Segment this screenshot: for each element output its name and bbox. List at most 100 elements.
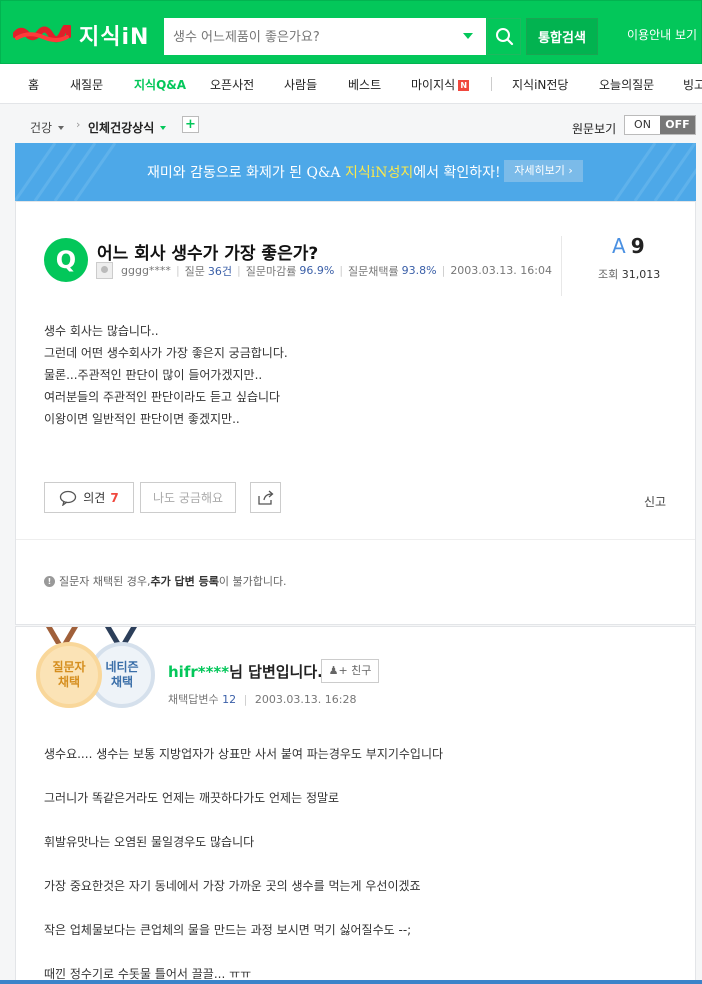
answer-title-suffix: 님 답변입니다. <box>229 663 323 681</box>
toggle-off[interactable]: OFF <box>660 116 695 134</box>
notice-text-strong: 추가 답변 등록 <box>150 575 219 588</box>
answer-date: 2003.03.13. 16:28 <box>254 693 357 706</box>
nav-new-question[interactable]: 새질문 <box>70 76 103 93</box>
answer-paragraph: 휘발유맛나는 오염된 물일경우도 많습니다 <box>44 835 255 849</box>
stats-divider <box>561 236 562 296</box>
questioner-medal-line2: 채택 <box>57 675 81 689</box>
nav-my-knowledge-label: 마이지식 <box>411 78 456 92</box>
breadcrumb-subcategory[interactable]: 인체건강상식 <box>88 119 167 136</box>
search-input[interactable] <box>173 25 453 49</box>
opinion-count: 7 <box>110 490 119 505</box>
ribbon-icon <box>46 627 78 644</box>
report-link[interactable]: 신고 <box>644 493 666 510</box>
banner-text-before: 재미와 감동으로 화제가 된 Q&A <box>147 165 345 181</box>
answer-body: 생수요.... 생수는 보통 지방업자가 상표만 사서 붙여 파는경우도 부지기… <box>44 745 443 984</box>
original-view-toggle[interactable]: ON OFF <box>624 115 696 135</box>
top-header: 지식iN 통합검색 이용안내 보기 <box>0 0 702 64</box>
opinion-button[interactable]: 의견 7 <box>44 482 134 513</box>
usage-guide-link[interactable]: 이용안내 보기 <box>627 26 697 43</box>
nav-today-question[interactable]: 오늘의질문 <box>599 76 654 93</box>
add-friend-icon: ♟+ <box>328 664 348 677</box>
notice-text-after: 이 불가합니다. <box>218 575 287 588</box>
window-bottom-edge <box>0 980 702 984</box>
answer-count: A9 <box>612 234 645 258</box>
breadcrumb-subcategory-label: 인체건강상식 <box>88 121 155 135</box>
breadcrumb-category-label: 건강 <box>30 121 53 135</box>
questioner-medal-line1: 질문자 <box>52 660 86 674</box>
promo-banner[interactable]: 재미와 감동으로 화제가 된 Q&A 지식iN성지에서 확인하자! 자세히보기 … <box>15 143 696 201</box>
divider <box>16 539 695 540</box>
original-view-label: 원문보기 <box>572 122 617 136</box>
banner-text: 재미와 감동으로 화제가 된 Q&A 지식iN성지에서 확인하자! <box>147 162 501 182</box>
search-dropdown-icon[interactable] <box>463 33 473 39</box>
answer-paragraph: 작은 업체물보다는 큰업체의 물을 만드는 과정 보시면 먹기 싫어질수도 --… <box>44 923 412 937</box>
breadcrumb-category[interactable]: 건강 <box>30 119 65 136</box>
meta-divider: | <box>175 264 180 277</box>
main-nav: 홈 새질문 지식Q&A 오픈사전 사람들 베스트 마이지식 N 지식iN전당 오늘… <box>0 64 702 104</box>
new-badge-icon: N <box>458 80 470 91</box>
answer-paragraph: 생수요.... 생수는 보통 지방업자가 상표만 사서 붙여 파는경우도 부지기… <box>44 747 444 761</box>
add-category-button[interactable]: + <box>182 116 199 133</box>
question-title: 어느 회사 생수가 가장 좋은가? <box>97 244 319 264</box>
nav-my-knowledge[interactable]: 마이지식 N <box>411 76 470 93</box>
search-icon <box>496 28 514 46</box>
banner-highlight: 지식iN성지 <box>344 165 414 181</box>
search-box[interactable] <box>164 18 486 55</box>
avatar[interactable] <box>96 262 113 279</box>
question-meta: gggg**** | 질문 36건 | 질문마감률 96.9% | 질문채택률 93.… <box>96 262 552 279</box>
answer-meta: 채택답변수 12 | 2003.03.13. 16:28 <box>168 691 357 707</box>
question-author[interactable]: gggg**** <box>121 264 171 277</box>
adopted-answers-count: 12 <box>222 693 237 706</box>
question-count-label: 질문 <box>184 264 205 278</box>
me-too-curious-button[interactable]: 나도 궁금해요 <box>140 482 236 513</box>
answer-paragraph: 그러니가 똑같은거라도 언제는 깨끗하다가도 언제는 정말로 <box>44 791 340 805</box>
view-count-label: 조회 <box>598 268 619 281</box>
nav-home[interactable]: 홈 <box>28 76 39 93</box>
breadcrumb: 건강 › 인체건강상식 + 원문보기 ON OFF <box>0 105 702 143</box>
answerer-title: hifr****님 답변입니다. <box>168 661 323 682</box>
close-rate-label: 질문마감률 <box>245 264 297 278</box>
question-card: Q 어느 회사 생수가 가장 좋은가? gggg**** | 질문 36건 | 질… <box>15 201 696 625</box>
info-icon: ! <box>44 575 55 587</box>
netizen-medal-line1: 네티즌 <box>105 660 139 674</box>
toggle-on[interactable]: ON <box>625 116 660 134</box>
adopted-answers-label: 채택답변수 <box>168 693 219 706</box>
questioner-choice-medal-icon: 질문자 채택 <box>36 642 102 708</box>
integrated-search-button[interactable]: 통합검색 <box>526 18 598 55</box>
answer-letter-icon: A <box>612 234 626 258</box>
nav-hall-of-fame[interactable]: 지식iN전당 <box>512 76 568 93</box>
banner-detail-button[interactable]: 자세히보기 › <box>504 160 583 182</box>
meta-divider: | <box>243 693 248 706</box>
question-body: 생수 회사는 많습니다.. 그런데 어떤 생수회사가 가장 좋은지 궁금합니다.… <box>44 324 288 426</box>
questioner-medal-text: 질문자 채택 <box>52 660 85 690</box>
nav-qna[interactable]: 지식Q&A <box>134 76 186 93</box>
adopt-notice: ! 질문자 채택된 경우, 추가 답변 등록 이 불가합니다. <box>44 573 287 589</box>
add-friend-button[interactable]: ♟+ 친구 <box>321 659 379 683</box>
search-button[interactable] <box>487 18 521 55</box>
view-count-value: 31,013 <box>621 268 661 281</box>
chevron-right-icon: › <box>76 118 81 131</box>
chevron-down-icon <box>58 126 65 130</box>
nav-bingo[interactable]: 빙고 <box>683 76 702 93</box>
question-date: 2003.03.13. 16:04 <box>450 264 552 277</box>
question-count: 36건 <box>207 264 233 278</box>
share-button[interactable] <box>250 482 281 513</box>
netizen-medal-text: 네티즌 채택 <box>105 660 138 690</box>
share-icon <box>257 490 273 505</box>
opinion-label: 의견 <box>83 491 106 505</box>
answerer-name[interactable]: hifr**** <box>168 663 229 681</box>
speech-bubble-icon <box>60 490 77 506</box>
answer-paragraph: 가장 중요한것은 자기 동네에서 가장 가까운 곳의 생수를 먹는게 우선이겠죠 <box>44 879 421 893</box>
meta-divider: | <box>339 264 344 277</box>
chevron-down-icon <box>160 126 167 130</box>
adopt-rate: 93.8% <box>401 264 437 277</box>
answer-card: 네티즌 채택 질문자 채택 hifr****님 답변입니다. ♟+ 친구 채택답변수… <box>15 626 696 984</box>
netizen-medal-line2: 채택 <box>110 675 134 689</box>
logo[interactable]: 지식iN <box>79 19 149 51</box>
notice-text-before: 질문자 채택된 경우, <box>59 575 151 588</box>
nav-best[interactable]: 베스트 <box>348 76 381 93</box>
add-friend-label: 친구 <box>351 664 372 677</box>
nav-people[interactable]: 사람들 <box>284 76 317 93</box>
nav-open-dictionary[interactable]: 오픈사전 <box>210 76 254 93</box>
meta-divider: | <box>237 264 241 277</box>
